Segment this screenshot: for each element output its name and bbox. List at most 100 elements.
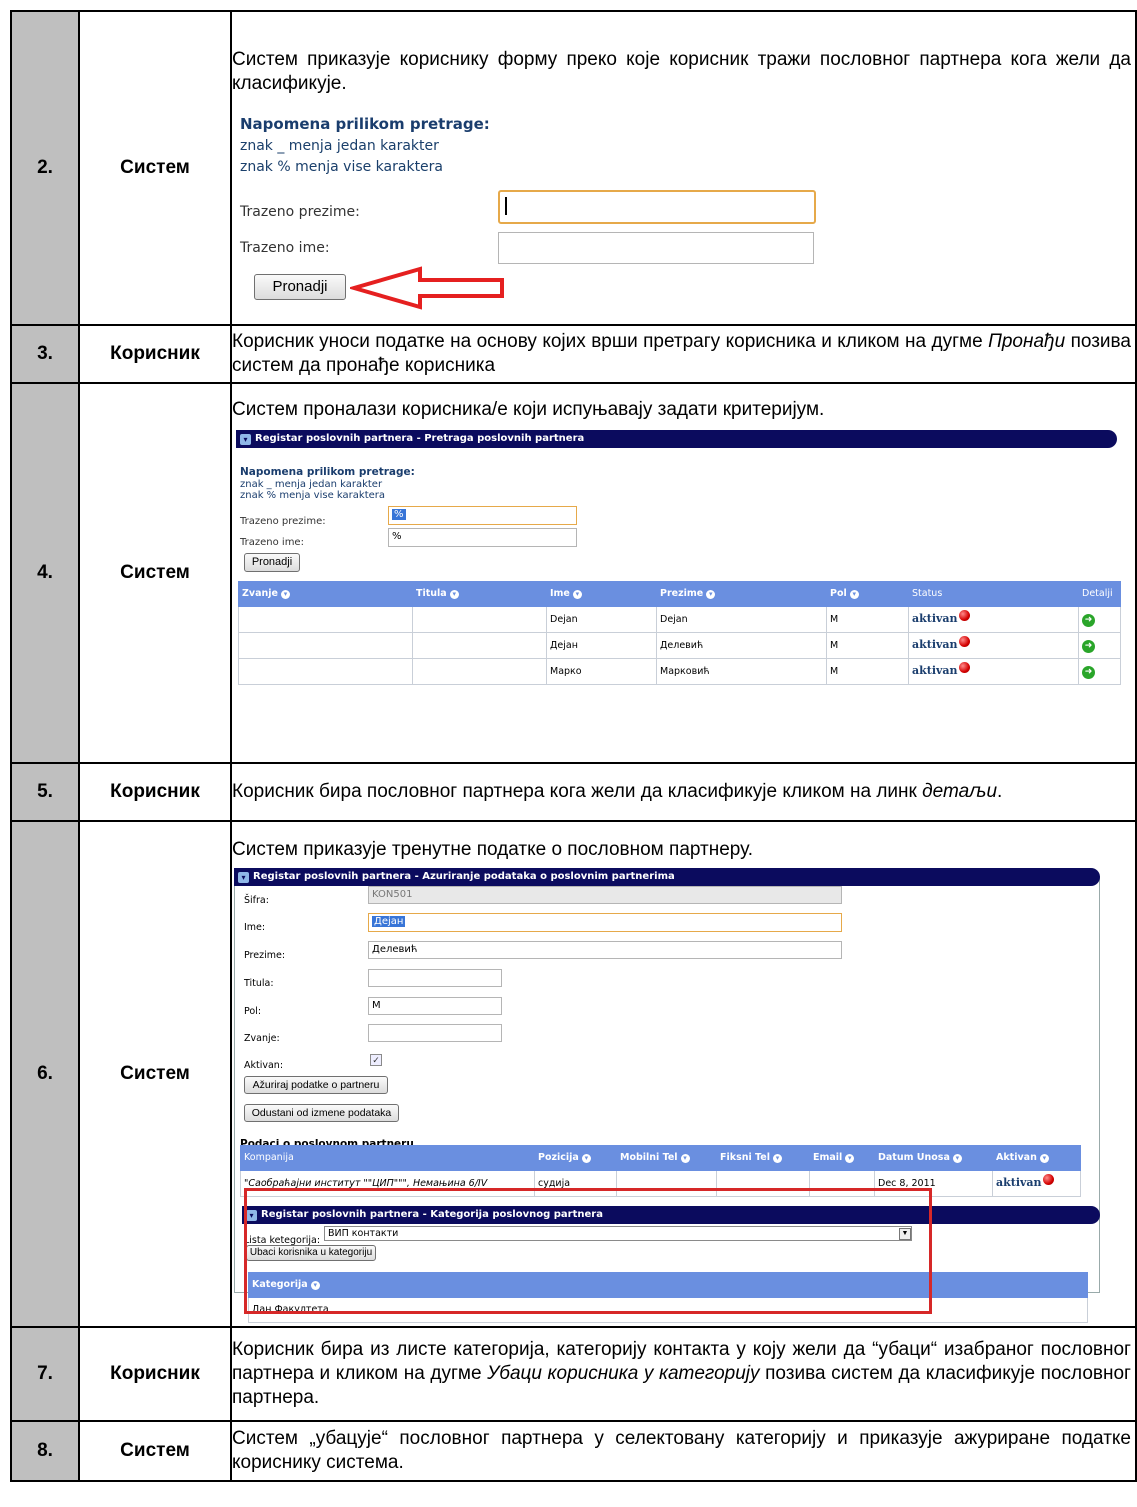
step-number: 3. [10, 324, 80, 384]
search-form-screenshot: Napomena prilikom pretrage: znak _ menja… [232, 96, 1135, 310]
column-header[interactable]: Titula ▾ [412, 581, 547, 607]
name-label: Trazeno ime: [240, 240, 330, 256]
column-header[interactable]: Prezime ▾ [656, 581, 827, 607]
panel-header: ▾ Registar poslovnih partnera - Pretraga … [236, 430, 1117, 448]
column-header: Status [908, 581, 1079, 607]
step-number: 6. [10, 820, 80, 1328]
step-actor: Систем [78, 820, 232, 1328]
search-results-screenshot: ▾ Registar poslovnih partnera - Pretraga … [232, 422, 1135, 752]
details-arrow-icon[interactable]: ➜ [1082, 639, 1095, 653]
cell-prezime: Марковић [656, 658, 827, 685]
column-header[interactable]: Pol ▾ [826, 581, 909, 607]
cancel-button[interactable]: Odustani od izmene podataka [244, 1104, 399, 1122]
name-input[interactable] [498, 232, 814, 264]
sort-icon: ▾ [706, 590, 716, 599]
results-table: Zvanje ▾ Titula ▾ Ime ▾ Prezime ▾ Pol ▾ Statu… [238, 581, 1121, 685]
cell-pol: M [826, 632, 909, 659]
table-row: Марко Марковић M aktivan ➜ [238, 658, 1121, 685]
collapse-icon[interactable]: ▾ [240, 434, 251, 445]
search-note-title: Napomena prilikom pretrage: [240, 115, 490, 133]
use-case-table: 2. Систем Систем приказује кориснику фор… [10, 10, 1137, 1482]
zvanje-input[interactable] [368, 1024, 502, 1042]
details-arrow-icon[interactable]: ➜ [1082, 665, 1095, 679]
cell-prezime: Делевић [656, 632, 827, 659]
cell-pol: M [826, 606, 909, 633]
step-number: 2. [10, 10, 80, 326]
field-label: Šifra: [244, 895, 269, 906]
desc-emphasis: детаљи [922, 781, 998, 802]
step-number: 7. [10, 1326, 80, 1422]
column-header[interactable]: Zvanje ▾ [238, 581, 413, 607]
step-description-cell: Систем проналази корисника/е који испуња… [230, 382, 1137, 764]
aktivan-checkbox[interactable]: ✓ [370, 1054, 382, 1066]
red-arrow-icon [350, 266, 504, 310]
field-label: Pol: [244, 1006, 262, 1017]
update-button[interactable]: Ažuriraj podatke o partneru [244, 1076, 388, 1094]
search-button[interactable]: Pronadji [254, 274, 346, 300]
cell-ime: Dejan [546, 606, 657, 633]
column-header[interactable]: Aktivan ▾ [992, 1145, 1081, 1171]
column-header[interactable]: Ime ▾ [546, 581, 657, 607]
step-row-7: 7. Корисник Корисник бира из листе катег… [10, 1326, 1137, 1422]
step-description-cell: Систем приказује тренутне податке о посл… [230, 820, 1137, 1328]
status-dot-icon [958, 636, 970, 647]
details-arrow-icon[interactable]: ➜ [1082, 613, 1095, 627]
text-caret [505, 197, 507, 215]
desc-emphasis: Пронађи [988, 331, 1066, 352]
step-row-6: 6. Систем Систем приказује тренутне пода… [10, 820, 1137, 1328]
cell-details: ➜ [1078, 658, 1121, 685]
cell-status: aktivan [908, 606, 1079, 633]
step-description-cell: Корисник бира из листе категорија, катег… [230, 1326, 1137, 1422]
step-number: 5. [10, 762, 80, 822]
step-actor: Систем [78, 382, 232, 764]
sort-icon: ▾ [952, 1154, 962, 1163]
column-header[interactable]: Pozicija ▾ [534, 1145, 617, 1171]
field-label: Titula: [244, 978, 274, 989]
step-description: Корисник бира пословног партнера кога же… [232, 781, 1003, 802]
panel-header: ▾ Registar poslovnih partnera - Azuriranj… [234, 868, 1100, 886]
surname-input[interactable] [498, 190, 816, 224]
name-label: Trazeno ime: [240, 537, 304, 548]
column-header: Kompanija [240, 1145, 535, 1171]
name-input[interactable]: % [388, 528, 577, 547]
step-description-cell: Систем приказује кориснику форму преко к… [230, 10, 1137, 326]
column-header[interactable]: Mobilni Tel ▾ [616, 1145, 717, 1171]
step-number: 8. [10, 1420, 80, 1482]
sort-icon: ▾ [849, 590, 859, 599]
search-button[interactable]: Pronadji [244, 553, 300, 572]
titula-input[interactable] [368, 969, 502, 987]
table-header-row: Zvanje ▾ Titula ▾ Ime ▾ Prezime ▾ Pol ▾ Statu… [238, 581, 1121, 607]
ime-input[interactable]: Дејан [368, 913, 842, 932]
sort-icon: ▾ [581, 1154, 591, 1163]
cell-prezime: Dejan [656, 606, 827, 633]
step-actor: Систем [78, 1420, 232, 1482]
field-label: Zvanje: [244, 1033, 280, 1044]
desc-text: Корисник уноси податке на основу којих в… [232, 331, 989, 352]
collapse-icon[interactable]: ▾ [238, 872, 249, 883]
step-row-4: 4. Систем Систем проналази корисника/е к… [10, 382, 1137, 764]
desc-emphasis: Убаци корисника у категорију [487, 1363, 760, 1384]
prezime-input[interactable]: Делевић [368, 941, 842, 959]
field-label: Aktivan: [244, 1060, 284, 1071]
table-header-row: Kompanija Pozicija ▾ Mobilni Tel ▾ Fiksni … [240, 1145, 1081, 1171]
step-description-cell: Систем „убацује“ пословног партнера у се… [230, 1420, 1137, 1482]
cell-pol: M [826, 658, 909, 685]
step-row-3: 3. Корисник Корисник уноси податке на ос… [10, 324, 1137, 384]
status-dot-icon [958, 662, 970, 673]
sort-icon: ▾ [845, 1154, 855, 1163]
step-description-cell: Корисник бира пословног партнера кога же… [230, 762, 1137, 822]
surname-input[interactable]: % [388, 506, 577, 525]
pol-input[interactable]: M [368, 997, 502, 1015]
cell-ime: Марко [546, 658, 657, 685]
step-description: Систем приказује кориснику форму преко к… [232, 49, 1131, 94]
step-number: 4. [10, 382, 80, 764]
sort-icon: ▾ [280, 590, 290, 599]
field-label: Ime: [244, 922, 266, 933]
cell-details: ➜ [1078, 606, 1121, 633]
column-header[interactable]: Email ▾ [809, 1145, 875, 1171]
column-header[interactable]: Datum Unosa ▾ [874, 1145, 993, 1171]
step-description: Корисник бира из листе категорија, катег… [232, 1339, 1131, 1408]
column-header[interactable]: Fiksni Tel ▾ [716, 1145, 810, 1171]
step-row-2: 2. Систем Систем приказује кориснику фор… [10, 10, 1137, 326]
step-description: Систем „убацује“ пословног партнера у се… [232, 1428, 1131, 1473]
